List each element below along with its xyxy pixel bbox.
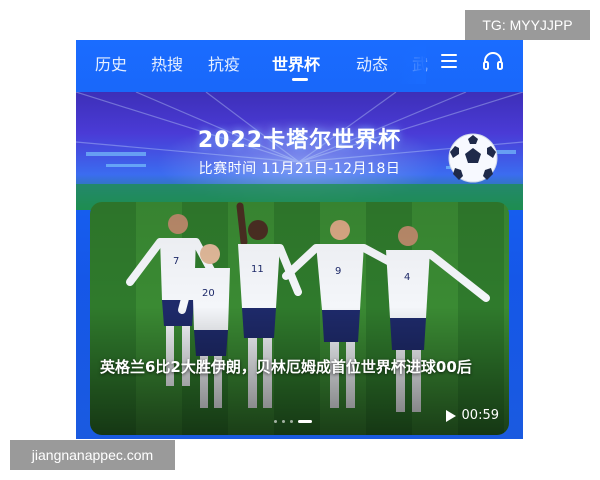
watermark-top-right: TG: MYYJJPP (465, 10, 590, 40)
tab-updates[interactable]: 动态 (356, 51, 388, 75)
active-tab-indicator (292, 78, 308, 81)
world-cup-banner[interactable]: 2022卡塔尔世界杯 比赛时间 11月21日-12月18日 (76, 92, 523, 210)
duration-label: 00:59 (461, 408, 499, 423)
pager-dot[interactable] (282, 419, 285, 423)
soccer-ball-icon (448, 133, 498, 183)
pager-dot-active[interactable] (298, 419, 312, 423)
video-gradient-overlay (90, 202, 509, 435)
video-headline[interactable]: 英格兰6比2大胜伊朗，贝林厄姆成首位世界杯进球00后 (100, 356, 500, 378)
app-screen: 历史 热搜 抗疫 世界杯 动态 武 (76, 40, 523, 439)
tab-world-cup[interactable]: 世界杯 (272, 51, 320, 75)
video-duration: 00:59 (445, 408, 499, 423)
pager-dot[interactable] (274, 419, 277, 423)
top-nav: 历史 热搜 抗疫 世界杯 动态 武 (76, 40, 523, 84)
tab-scroll-fade (398, 40, 426, 84)
tab-hot-search[interactable]: 热搜 (151, 51, 183, 75)
headset-icon[interactable] (482, 50, 504, 72)
tab-history[interactable]: 历史 (95, 51, 127, 75)
watermark-bottom-left: jiangnanappec.com (10, 440, 175, 470)
carousel-pager (274, 419, 312, 423)
hamburger-menu-icon[interactable] (440, 52, 458, 70)
video-card[interactable]: 7 20 11 9 4 英格兰6比2大胜伊朗，贝林厄姆成首位世界杯进球00后 0… (90, 202, 509, 435)
play-icon[interactable] (445, 409, 456, 422)
tab-epidemic[interactable]: 抗疫 (208, 51, 240, 75)
pager-dot[interactable] (290, 419, 293, 423)
